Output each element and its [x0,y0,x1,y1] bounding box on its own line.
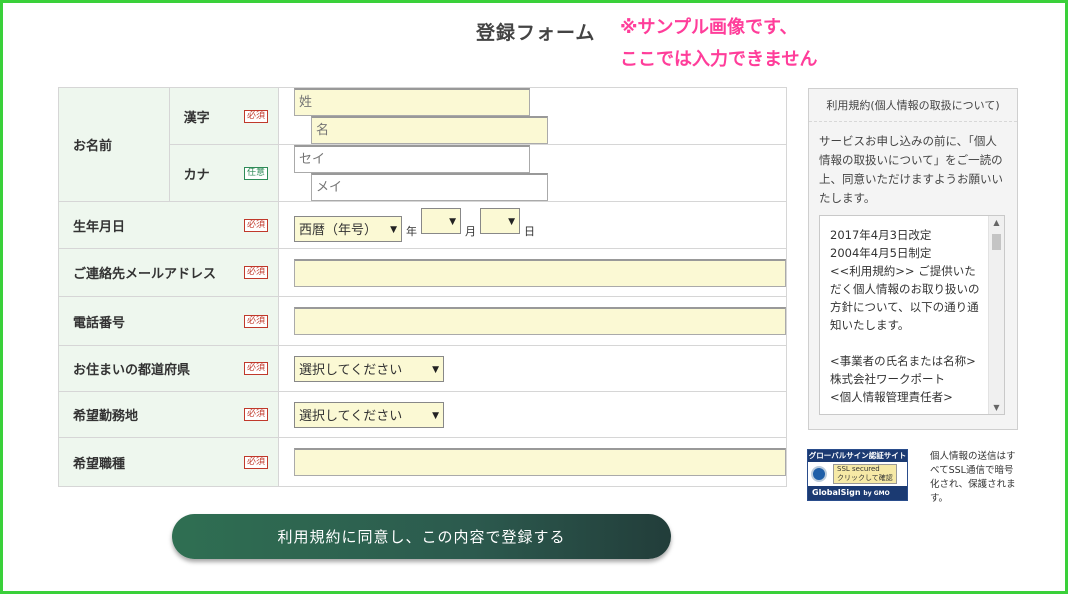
terms-scrollbar[interactable]: ▲ ▼ [988,216,1004,414]
kanji-label: 漢字 [183,110,210,126]
ssl-seal[interactable]: グローバルサイン認証サイト SSL secured クリックして確認 Globa… [807,449,908,501]
scroll-down-icon[interactable]: ▼ [989,403,1004,412]
phone-input[interactable] [294,307,786,335]
terms-intro: サービスお申し込みの前に、「個人情報の取扱いについて」をご一読の上、同意いただけ… [819,134,1003,205]
dropdown-arrow-icon: ▼ [508,217,515,228]
prefecture-value: 選択してください [299,363,403,378]
work-location-select[interactable]: 選択してください ▼ [294,401,444,428]
ssl-by-gmo: by GMO [863,490,890,497]
dropdown-arrow-icon: ▼ [432,364,439,375]
scroll-up-icon[interactable]: ▲ [989,218,1004,227]
required-badge: 必須 [243,109,268,123]
page-title: 登録フォーム [476,22,596,44]
job-type-field-cell [278,437,787,487]
ssl-logo-icon [811,466,827,482]
year-unit: 年 [406,224,417,238]
ssl-secured-badge: SSL secured クリックして確認 [833,464,897,484]
sample-notice-line-1: ※サンプル画像です、 [620,17,798,38]
email-label: ご連絡先メールアドレス [73,267,217,282]
optional-badge: 任意 [243,166,268,180]
kana-label: カナ [183,167,210,183]
terms-body: 2017年4月3日改定 2004年4月5日制定 <<利用規約>> ご提供いただく… [830,228,980,404]
ssl-secured-text: SSL secured [837,465,880,473]
email-field-cell [278,248,787,297]
phone-label: 電話番号 [73,315,126,331]
required-badge: 必須 [243,218,268,232]
birth-era-select[interactable]: 西暦（年号） ▼ [294,215,402,242]
required-badge: 必須 [243,408,268,421]
phone-field-cell [278,296,787,346]
name-label: お名前 [73,139,113,154]
name-label-cell: お名前 [58,87,170,202]
ssl-brand-name: GlobalSign [812,488,861,497]
work-location-field-cell: 選択してください ▼ [278,391,787,438]
last-name-kana-input[interactable] [294,145,530,173]
terms-panel: 利用規約(個人情報の取扱について) サービスお申し込みの前に、「個人情報の取扱い… [808,88,1018,430]
required-badge: 必須 [243,455,268,469]
prefecture-label-cell: お住まいの都道府県 必須 [58,345,279,392]
dropdown-arrow-icon: ▼ [449,217,456,228]
birth-era-value: 西暦（年号） [299,223,378,239]
job-type-input[interactable] [294,448,786,476]
terms-scroll-box[interactable]: 2017年4月3日改定 2004年4月5日制定 <<利用規約>> ご提供いただく… [819,215,1005,415]
prefecture-select[interactable]: 選択してください ▼ [294,355,444,382]
kanji-field-cell [278,87,787,145]
ssl-brand: GlobalSign by GMO [808,486,907,500]
day-unit: 日 [524,224,535,238]
submit-button[interactable]: 利用規約に同意し、この内容で登録する [172,514,671,559]
first-name-kana-input[interactable] [311,173,548,201]
prefecture-field-cell: 選択してください ▼ [278,345,787,392]
birth-label-cell: 生年月日 必須 [58,201,279,249]
ssl-check-text: クリックして確認 [837,474,893,482]
birth-day-select[interactable]: ▼ [480,208,520,235]
birth-label: 生年月日 [73,219,126,235]
birth-field-cell: 西暦（年号） ▼ 年 ▼ 月 ▼ 日 [278,201,787,249]
dropdown-arrow-icon: ▼ [432,410,439,421]
terms-title: 利用規約(個人情報の取扱について) [809,89,1017,122]
email-label-cell: ご連絡先メールアドレス 必須 [58,248,279,297]
required-badge: 必須 [243,362,268,375]
kana-label-cell: カナ 任意 [168,144,280,202]
first-name-kanji-input[interactable] [311,116,548,144]
work-location-label-cell: 希望勤務地 必須 [58,391,279,438]
prefecture-label: お住まいの都道府県 [73,363,191,378]
last-name-kanji-input[interactable] [294,88,530,116]
work-location-value: 選択してください [299,409,403,424]
ssl-note: 個人情報の送信はすべてSSL通信で暗号化され、保護されます。 [930,451,1016,504]
phone-label-cell: 電話番号 必須 [58,296,279,346]
registration-form: お名前 漢字 必須 カナ 任意 生年月日 [58,87,787,487]
sample-notice-line-2: ここでは入力できません [620,49,818,70]
kana-field-cell [278,144,787,202]
dropdown-arrow-icon: ▼ [390,224,397,235]
email-input[interactable] [294,258,786,287]
required-badge: 必須 [243,266,268,279]
scroll-thumb[interactable] [992,234,1001,250]
work-location-label: 希望勤務地 [73,409,139,424]
month-unit: 月 [465,224,476,238]
job-type-label-cell: 希望職種 必須 [58,437,279,487]
kanji-label-cell: 漢字 必須 [168,87,280,145]
required-badge: 必須 [243,314,268,328]
job-type-label: 希望職種 [73,456,126,472]
birth-month-select[interactable]: ▼ [421,208,461,235]
sample-notice: ※サンプル画像です、 ここでは入力できません [620,12,817,76]
ssl-seal-top: グローバルサイン認証サイト [808,450,907,462]
